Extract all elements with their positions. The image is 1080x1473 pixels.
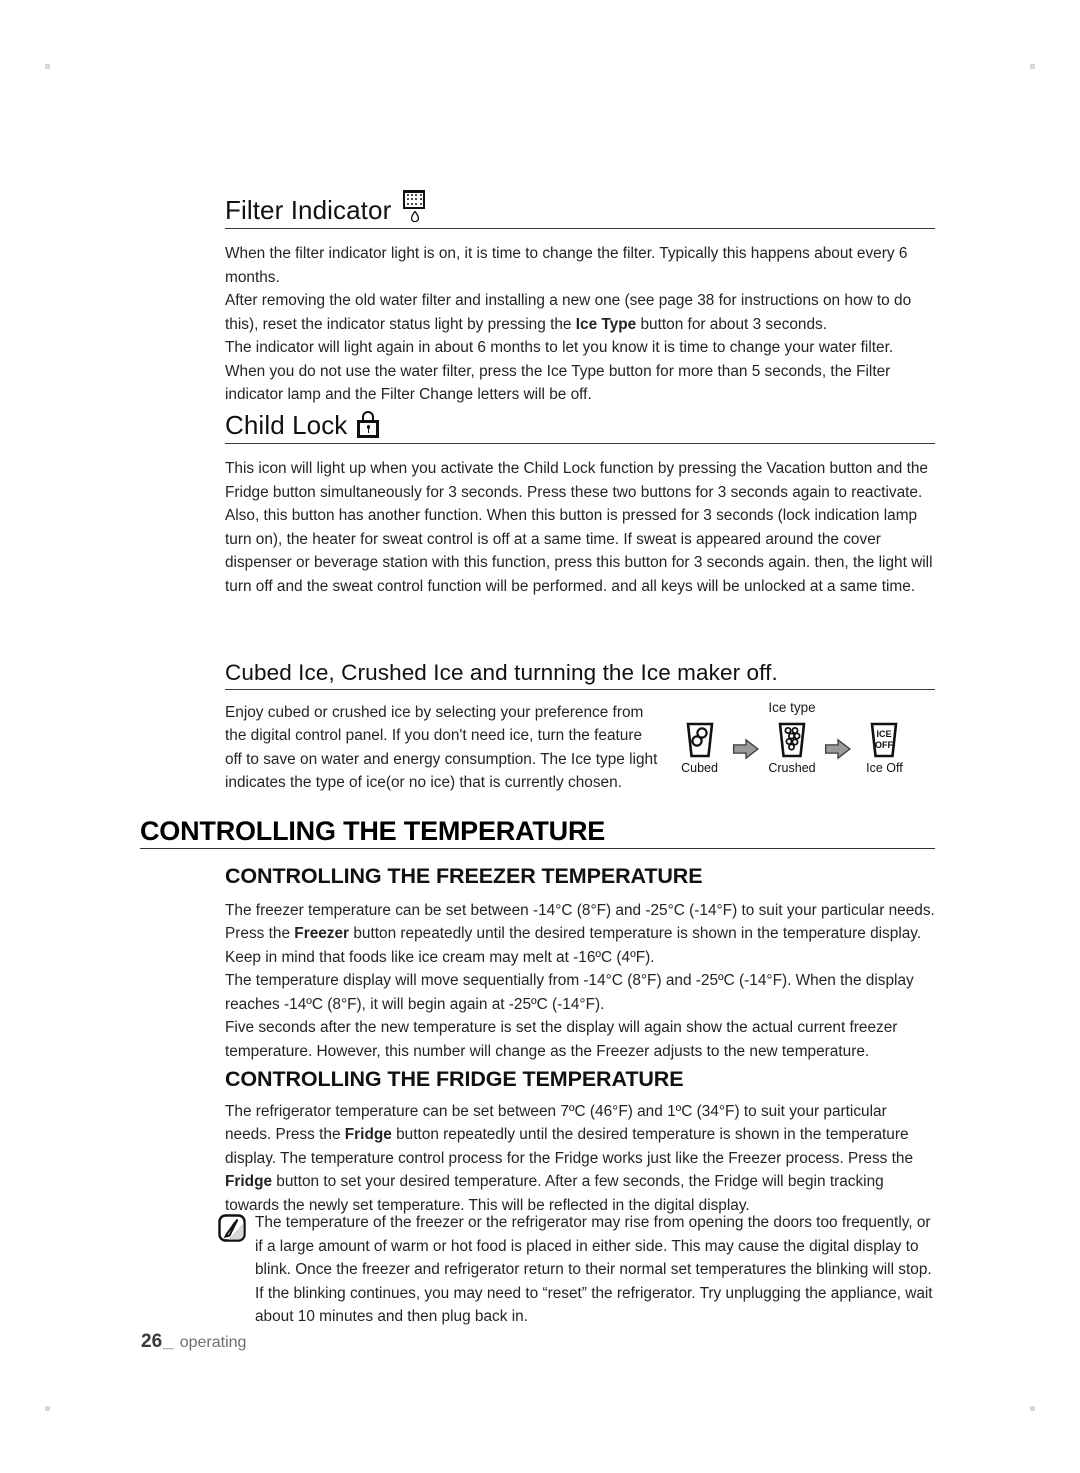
registration-mark-top-left (45, 64, 50, 69)
fridge-p1-post: button to set your desired temperature. … (225, 1173, 884, 1214)
water-filter-icon (401, 190, 427, 224)
fridge-button-ref-1: Fridge (344, 1126, 392, 1144)
note-callout: The temperature of the freezer or the re… (218, 1211, 938, 1329)
arrow-right-icon-2 (822, 721, 855, 760)
controlling-temperature-heading-row: CONTROLLING THE TEMPERATURE (140, 816, 935, 850)
arrow-right-icon-1 (729, 721, 762, 760)
filter-indicator-heading: Filter Indicator (225, 195, 392, 226)
ice-type-option-crushed[interactable]: Crushed (764, 721, 819, 775)
filter-indicator-paragraph-2: After removing the old water filter and … (225, 289, 935, 336)
ice-type-diagram: Ice type Cubed Crushed ICE OFF Ice Off (672, 700, 912, 775)
note-text: The temperature of the freezer or the re… (255, 1214, 933, 1325)
padlock-icon (357, 411, 380, 439)
glass-text-off: OFF (875, 740, 893, 750)
ice-type-option-cubed[interactable]: Cubed (672, 721, 727, 775)
ice-type-label-ice-off: Ice Off (866, 761, 903, 775)
page-footer: 26 _ operating (141, 1331, 246, 1353)
freezer-temperature-heading: CONTROLLING THE FREEZER TEMPERATURE (225, 864, 703, 888)
p2-post: button for about 3 seconds. (636, 315, 828, 333)
footer-section-label: operating (179, 1334, 247, 1351)
section-filter-indicator: Filter Indicator When the filter indicat… (225, 190, 935, 407)
note-pencil-icon (218, 1214, 246, 1242)
registration-mark-top-right (1030, 64, 1035, 69)
cubed-ice-paragraph: Enjoy cubed or crushed ice by selecting … (225, 703, 658, 792)
ice-type-label-crushed: Crushed (768, 761, 816, 775)
filter-indicator-paragraph-1: When the filter indicator light is on, i… (225, 245, 908, 286)
filter-indicator-heading-row: Filter Indicator (225, 190, 935, 229)
cubed-ice-heading-row: Cubed Ice, Crushed Ice and turnning the … (225, 660, 935, 690)
page-number-underscore: _ (163, 1331, 174, 1352)
ice-type-option-ice-off[interactable]: ICE OFF Ice Off (857, 721, 912, 775)
registration-mark-bottom-right (1030, 1406, 1035, 1411)
child-lock-paragraph-1: This icon will light up when you activat… (225, 460, 928, 501)
fridge-paragraph-1: The refrigerator temperature can be set … (225, 1100, 935, 1218)
glass-ice-off-icon: ICE OFF (867, 721, 901, 759)
registration-mark-bottom-left (45, 1406, 50, 1411)
filter-indicator-paragraph-3: The indicator will light again in about … (225, 339, 894, 403)
glass-crushed-ice-icon (775, 721, 809, 759)
manual-page: Filter Indicator When the filter indicat… (0, 0, 1080, 1473)
section-child-lock: Child Lock This icon will light up when … (225, 411, 935, 598)
glass-cubed-ice-icon (683, 721, 717, 759)
freezer-paragraph-1: The freezer temperature can be set betwe… (225, 899, 935, 970)
freezer-paragraph-2: The temperature display will move sequen… (225, 972, 914, 1013)
controlling-temperature-heading: CONTROLLING THE TEMPERATURE (140, 816, 606, 846)
fridge-temperature-heading: CONTROLLING THE FRIDGE TEMPERATURE (225, 1067, 684, 1091)
section-freezer-temperature: CONTROLLING THE FREEZER TEMPERATURE The … (225, 864, 935, 1063)
child-lock-heading: Child Lock (225, 410, 348, 441)
glass-text-ice: ICE (877, 729, 892, 739)
page-number: 26 (141, 1331, 163, 1352)
ice-type-label-cubed: Cubed (681, 761, 718, 775)
ice-type-diagram-title: Ice type (768, 700, 816, 715)
child-lock-heading-row: Child Lock (225, 411, 935, 444)
child-lock-paragraph-2: Also, this button has another function. … (225, 507, 933, 595)
freezer-paragraph-3: Five seconds after the new temperature i… (225, 1019, 898, 1060)
ice-type-button-ref: Ice Type (575, 315, 637, 333)
section-fridge-temperature: CONTROLLING THE FRIDGE TEMPERATURE The r… (225, 1067, 935, 1217)
cubed-ice-heading: Cubed Ice, Crushed Ice and turnning the … (225, 660, 778, 685)
freezer-button-ref-1: Freezer (294, 925, 350, 943)
fridge-button-ref-2: Fridge (225, 1173, 273, 1191)
